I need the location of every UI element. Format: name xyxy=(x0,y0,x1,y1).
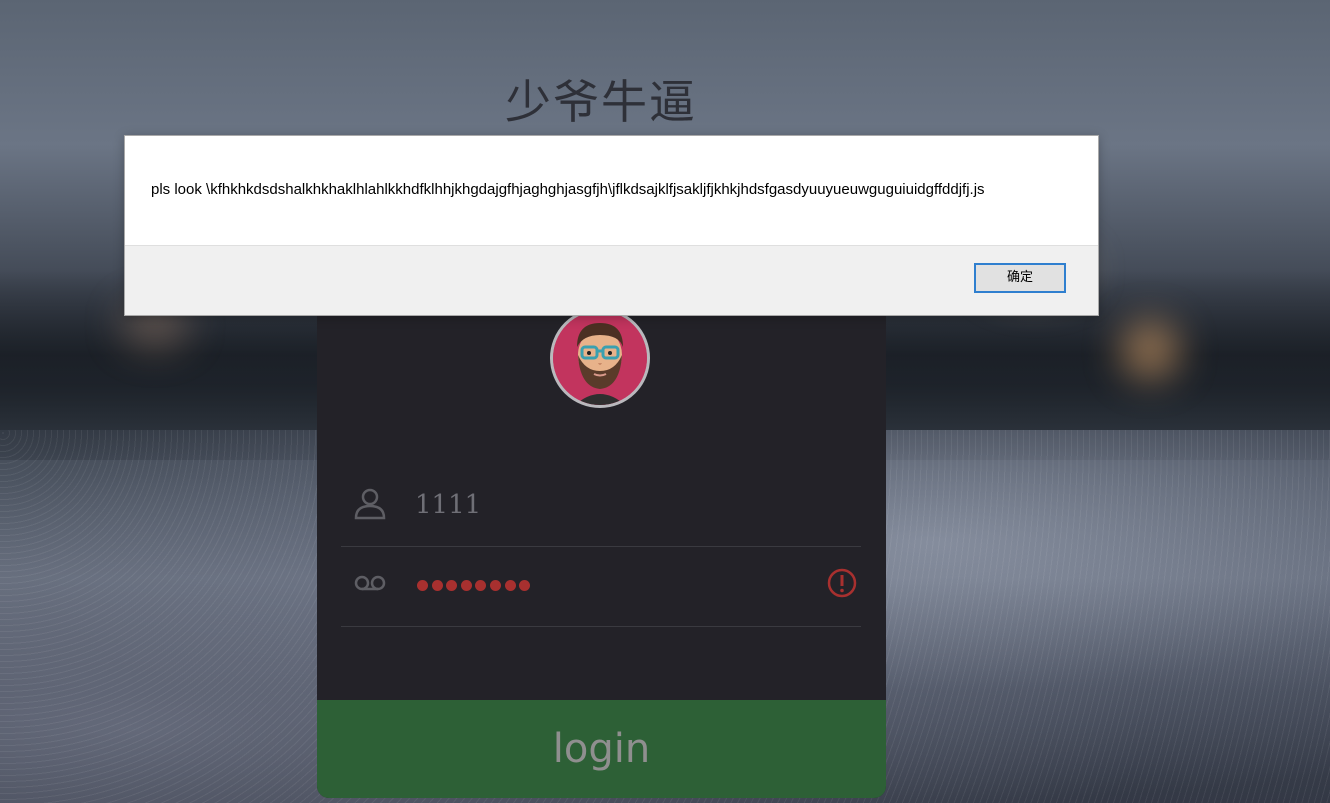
ok-button[interactable]: 确定 xyxy=(974,263,1066,293)
password-dot xyxy=(489,580,501,591)
username-field[interactable]: 1111 xyxy=(341,468,861,547)
alert-dialog: pls look \kfhkhkdsdshalkhkhaklhlahlkkhdf… xyxy=(124,135,1099,316)
background-light xyxy=(1120,320,1180,380)
password-dot xyxy=(519,580,531,591)
username-input[interactable]: 1111 xyxy=(415,490,481,520)
password-dot xyxy=(417,580,428,591)
warning-icon xyxy=(827,568,857,598)
password-dot xyxy=(460,580,472,591)
password-dot xyxy=(431,580,443,591)
password-dot xyxy=(446,580,458,591)
avatar-face-icon xyxy=(553,311,647,405)
login-button[interactable]: login xyxy=(317,700,886,798)
password-dot xyxy=(475,580,487,591)
user-icon xyxy=(354,488,386,520)
avatar xyxy=(550,308,650,408)
voicemail-icon xyxy=(354,575,386,591)
page-title: 少爷牛逼 xyxy=(505,75,697,129)
password-field[interactable] xyxy=(341,548,861,627)
alert-message: pls look \kfhkhkdsdshalkhkhaklhlahlkkhdf… xyxy=(151,181,985,198)
password-input[interactable] xyxy=(417,580,531,594)
password-dot xyxy=(504,580,516,591)
alert-content: pls look \kfhkhkdsdshalkhkhaklhlahlkkhdf… xyxy=(125,136,1098,246)
